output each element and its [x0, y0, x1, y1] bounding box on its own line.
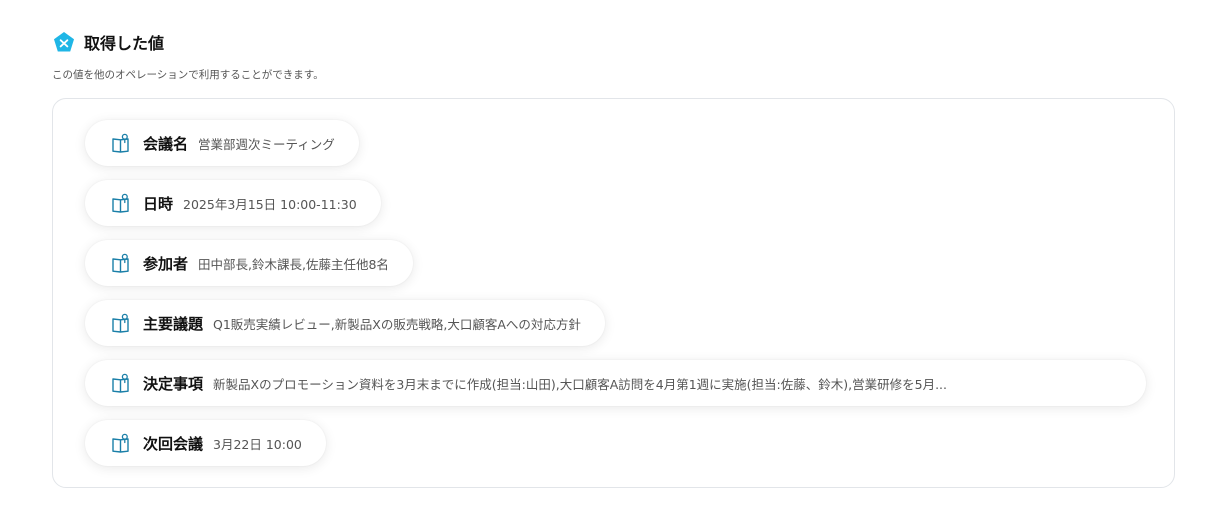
- book-pin-icon: [112, 373, 129, 393]
- value-text: 新製品Xのプロモーション資料を3月末までに作成(担当:山田),大口顧客A訪問を4…: [213, 376, 947, 392]
- pentagon-x-icon: [54, 32, 74, 52]
- book-pin-icon: [112, 133, 129, 153]
- values-panel: 会議名 営業部週次ミーティング 日時 2025年3月15日 10:00-11:3…: [52, 98, 1175, 488]
- book-pin-icon: [112, 433, 129, 453]
- value-item-decisions[interactable]: 決定事項 新製品Xのプロモーション資料を3月末までに作成(担当:山田),大口顧客…: [85, 360, 1146, 406]
- value-label: 会議名: [143, 134, 189, 153]
- page-title: 取得した値: [84, 34, 165, 53]
- value-text: 3月22日 10:00: [213, 436, 302, 452]
- value-item-meeting-name[interactable]: 会議名 営業部週次ミーティング: [85, 120, 359, 166]
- value-label: 決定事項: [143, 374, 204, 393]
- value-item-participants[interactable]: 参加者 田中部長,鈴木課長,佐藤主任他8名: [85, 240, 413, 286]
- value-label: 参加者: [143, 254, 189, 273]
- value-label: 次回会議: [143, 434, 204, 453]
- value-item-main-topics[interactable]: 主要議題 Q1販売実績レビュー,新製品Xの販売戦略,大口顧客Aへの対応方針: [85, 300, 605, 346]
- value-item-datetime[interactable]: 日時 2025年3月15日 10:00-11:30: [85, 180, 381, 226]
- value-item-next-meeting[interactable]: 次回会議 3月22日 10:00: [85, 420, 326, 466]
- value-text: 田中部長,鈴木課長,佐藤主任他8名: [198, 256, 389, 272]
- value-text: 2025年3月15日 10:00-11:30: [183, 196, 357, 212]
- value-text: Q1販売実績レビュー,新製品Xの販売戦略,大口顧客Aへの対応方針: [213, 316, 581, 332]
- page-subtitle: この値を他のオペレーションで利用することができます。: [52, 69, 324, 81]
- book-pin-icon: [112, 253, 129, 273]
- book-pin-icon: [112, 313, 129, 333]
- book-pin-icon: [112, 193, 129, 213]
- value-label: 日時: [143, 194, 174, 213]
- value-label: 主要議題: [143, 314, 204, 333]
- value-text: 営業部週次ミーティング: [198, 136, 335, 152]
- header: 取得した値: [53, 30, 164, 54]
